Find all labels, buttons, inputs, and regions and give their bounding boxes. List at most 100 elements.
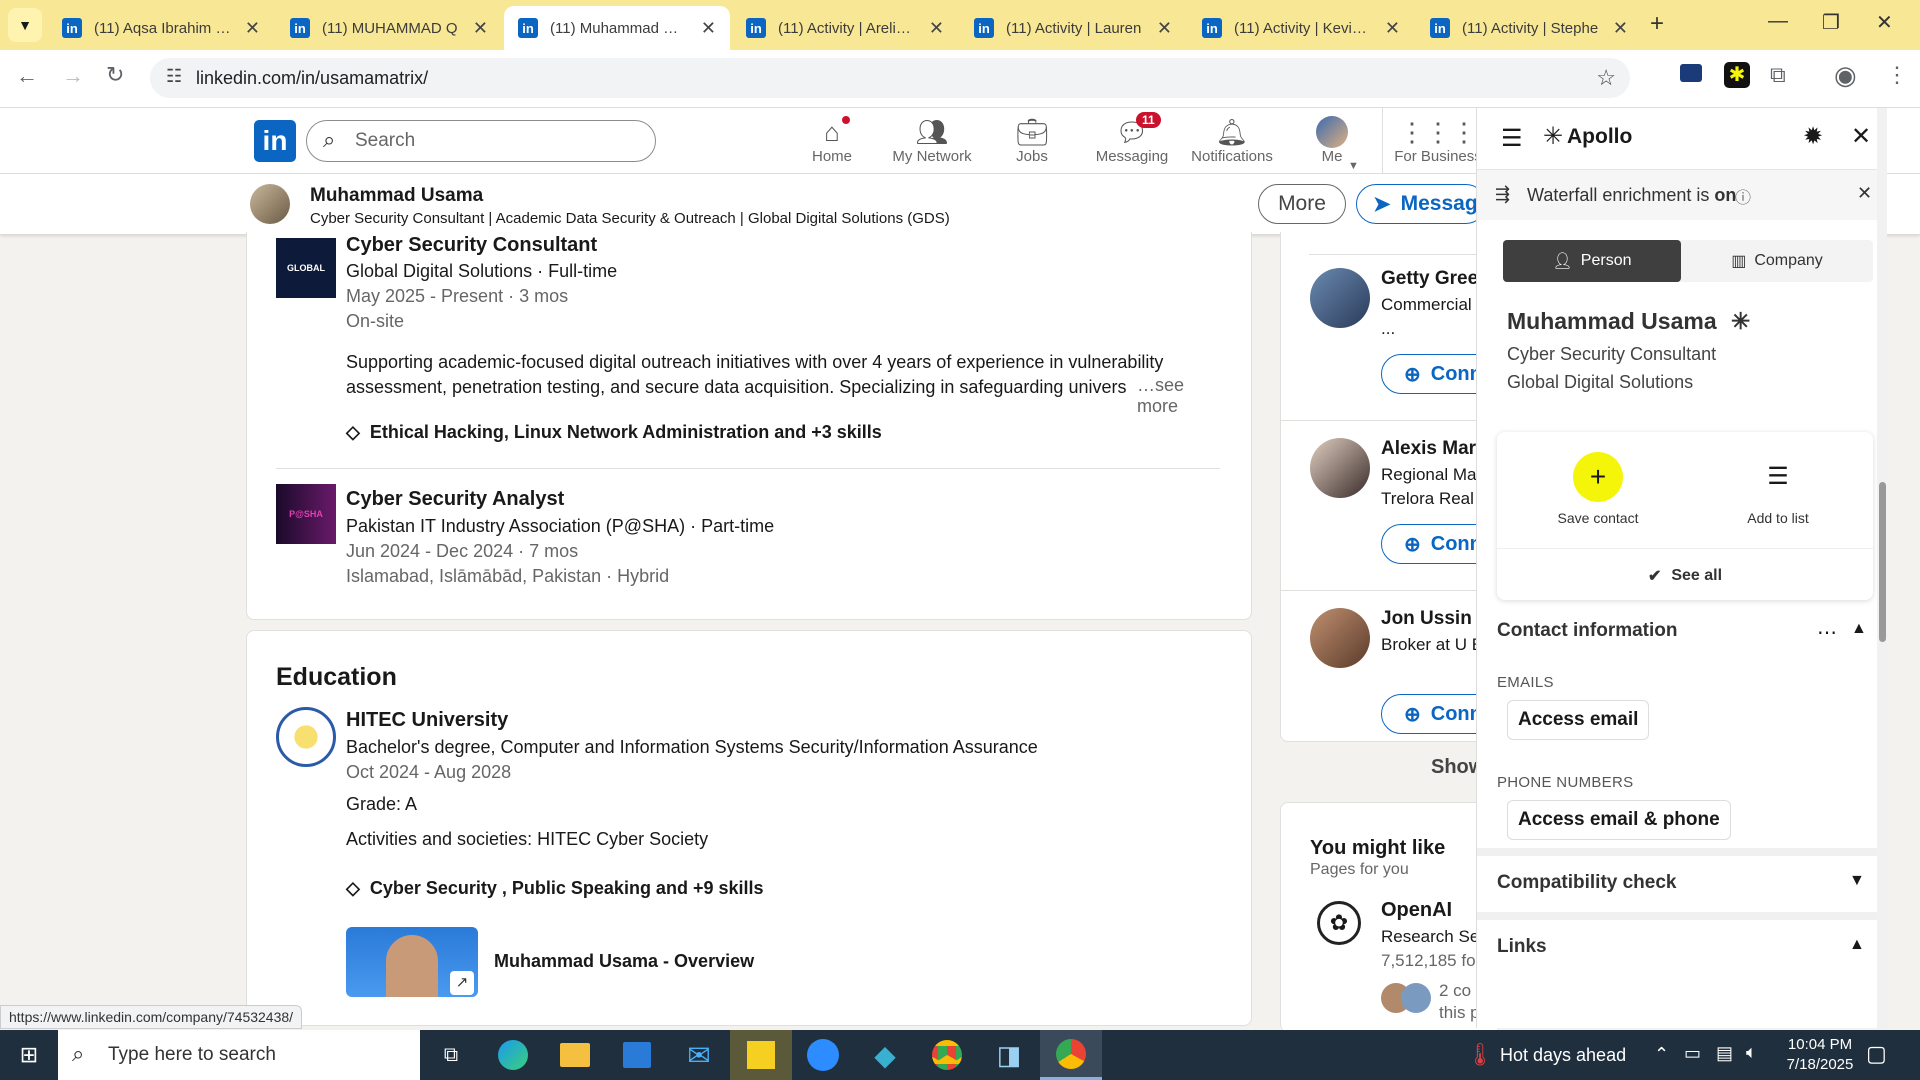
apollo-scrollbar[interactable] bbox=[1877, 108, 1887, 1028]
browser-tab[interactable]: in (11) Activity | Arelis C ✕ bbox=[732, 6, 958, 50]
start-button[interactable]: ⊞ bbox=[0, 1030, 58, 1080]
profile-icon[interactable]: ◉ bbox=[1834, 60, 1857, 91]
sticky-notes-icon[interactable] bbox=[730, 1030, 792, 1080]
see-more-link[interactable]: …see more bbox=[1127, 375, 1227, 417]
chevron-up-icon[interactable]: ▲ bbox=[1851, 620, 1867, 638]
tab-close-icon[interactable]: ✕ bbox=[1385, 18, 1400, 39]
school-logo[interactable] bbox=[276, 707, 336, 767]
profile-avatar[interactable] bbox=[250, 184, 290, 224]
close-window-icon[interactable]: ✕ bbox=[1876, 10, 1893, 35]
app-diamond-icon[interactable]: ◆ bbox=[854, 1030, 916, 1080]
browser-tab[interactable]: in (11) MUHAMMAD Q ✕ bbox=[276, 6, 502, 50]
edge-icon[interactable] bbox=[482, 1030, 544, 1080]
chrome-active-icon[interactable] bbox=[1040, 1030, 1102, 1080]
media-thumbnail[interactable]: ↗ bbox=[346, 927, 478, 997]
links-section[interactable]: Links ▲ bbox=[1477, 920, 1877, 1028]
tab-close-icon[interactable]: ✕ bbox=[1613, 18, 1628, 39]
browser-tab[interactable]: in (11) Activity | Lauren ✕ bbox=[960, 6, 1186, 50]
person-name[interactable]: Jon Ussin bbox=[1381, 608, 1472, 630]
store-icon[interactable] bbox=[606, 1030, 668, 1080]
nav-item-home[interactable]: ⌂ Home bbox=[784, 114, 880, 165]
tab-close-icon[interactable]: ✕ bbox=[701, 18, 716, 39]
site-info-icon[interactable]: ☷ bbox=[166, 66, 182, 87]
experience-title[interactable]: Cyber Security Consultant bbox=[346, 234, 597, 257]
search-box[interactable]: ⌕ Search bbox=[306, 120, 656, 162]
page-name[interactable]: OpenAI bbox=[1381, 899, 1452, 922]
openai-logo[interactable]: ✿ bbox=[1317, 901, 1361, 945]
network-icon[interactable]: ▤ bbox=[1716, 1043, 1733, 1064]
info-icon[interactable]: ⓘ bbox=[1735, 184, 1751, 208]
browser-menu-icon[interactable]: ⋮ bbox=[1886, 62, 1908, 88]
mail-icon[interactable]: ✉ bbox=[668, 1030, 730, 1080]
tab-person[interactable]: 👤︎ Person bbox=[1503, 240, 1681, 282]
notifications-icon[interactable]: ▢ bbox=[1866, 1041, 1887, 1067]
add-to-list-button[interactable]: ☰ Add to list bbox=[1725, 452, 1831, 526]
tray-device-icon[interactable]: ▭ bbox=[1684, 1043, 1701, 1064]
contact-information-header[interactable]: Contact information ⋯ ▲ bbox=[1497, 620, 1873, 650]
bookmark-star-icon[interactable]: ☆ bbox=[1596, 65, 1616, 91]
more-button[interactable]: More bbox=[1258, 184, 1346, 224]
clock[interactable]: 10:04 PM 7/18/2025 bbox=[1780, 1035, 1860, 1075]
nav-item-jobs[interactable]: 💼︎ Jobs bbox=[984, 116, 1080, 166]
school-name[interactable]: HITEC University bbox=[346, 709, 508, 732]
extensions-puzzle-icon[interactable]: ⧉ bbox=[1770, 62, 1786, 88]
tab-close-icon[interactable]: ✕ bbox=[245, 18, 260, 39]
person-name[interactable]: Getty Gree bbox=[1381, 268, 1478, 290]
taskbar-search[interactable]: ⌕ Type here to search bbox=[58, 1030, 420, 1080]
nav-item-notifications[interactable]: 🔔︎ Notifications bbox=[1184, 116, 1280, 166]
chevron-up-icon[interactable]: ▲ bbox=[1849, 936, 1865, 954]
browser-tab[interactable]: in (11) Activity | Kevin H ✕ bbox=[1188, 6, 1414, 50]
linkedin-logo[interactable]: in bbox=[254, 120, 296, 162]
apollo-extension-icon[interactable]: ✱ bbox=[1724, 62, 1750, 88]
volume-icon[interactable]: 🔈︎ bbox=[1746, 1042, 1757, 1063]
company-logo-pasha[interactable]: P@SHA bbox=[276, 484, 336, 544]
nav-item-messaging[interactable]: 💬︎ Messaging 11 bbox=[1084, 112, 1180, 165]
more-options-icon[interactable]: ⋯ bbox=[1817, 620, 1837, 645]
nav-item-my-network[interactable]: 👥︎ My Network bbox=[884, 116, 980, 166]
forward-icon[interactable]: → bbox=[62, 63, 84, 89]
see-all-button[interactable]: ✔ See all bbox=[1497, 556, 1873, 596]
tab-close-icon[interactable]: ✕ bbox=[929, 18, 944, 39]
maximize-window-icon[interactable]: ❐ bbox=[1822, 10, 1840, 35]
address-bar[interactable]: ☷ linkedin.com/in/usamamatrix/ ☆ bbox=[150, 58, 1630, 98]
task-view-icon[interactable]: ⧉ bbox=[420, 1030, 482, 1080]
tray-chevron-up-icon[interactable]: ⌃ bbox=[1654, 1044, 1669, 1065]
person-name[interactable]: Alexis Mar bbox=[1381, 438, 1476, 460]
zoom-icon[interactable] bbox=[792, 1030, 854, 1080]
chevron-down-icon[interactable]: ▼ bbox=[1849, 872, 1865, 890]
app-book-icon[interactable]: ◨ bbox=[978, 1030, 1040, 1080]
tab-search-button[interactable]: ▼ bbox=[8, 8, 42, 42]
chrome-icon[interactable] bbox=[916, 1030, 978, 1080]
experience-title[interactable]: Cyber Security Analyst bbox=[346, 488, 564, 511]
message-button[interactable]: ➤ Message bbox=[1356, 184, 1486, 224]
back-icon[interactable]: ← bbox=[16, 63, 38, 89]
dismiss-banner-icon[interactable]: ✕ bbox=[1857, 183, 1872, 204]
media-title[interactable]: Muhammad Usama - Overview bbox=[494, 951, 754, 972]
save-contact-button[interactable]: + Save contact bbox=[1545, 452, 1651, 526]
experience-skills[interactable]: ◇ Ethical Hacking, Linux Network Adminis… bbox=[346, 422, 882, 443]
extension-wallet-icon[interactable] bbox=[1680, 64, 1702, 82]
access-email-button[interactable]: Access email bbox=[1507, 700, 1650, 740]
scrollbar-thumb[interactable] bbox=[1879, 482, 1886, 642]
person-avatar[interactable] bbox=[1310, 608, 1370, 668]
person-avatar[interactable] bbox=[1310, 438, 1370, 498]
weather-text[interactable]: Hot days ahead bbox=[1500, 1045, 1626, 1066]
person-avatar[interactable] bbox=[1310, 268, 1370, 328]
company-logo-global[interactable]: GLOBAL bbox=[276, 238, 336, 298]
file-explorer-icon[interactable] bbox=[544, 1030, 606, 1080]
browser-tab[interactable]: in (11) Aqsa Ibrahim Ku ✕ bbox=[48, 6, 274, 50]
new-tab-button[interactable]: + bbox=[1650, 10, 1664, 38]
browser-tab[interactable]: in (11) Activity | Stephe ✕ bbox=[1416, 6, 1642, 50]
browser-tab[interactable]: in (11) Muhammad Usa ✕ bbox=[504, 6, 730, 50]
access-email-phone-button[interactable]: Access email & phone bbox=[1507, 800, 1731, 840]
nav-item-for-business[interactable]: ⋮⋮⋮ For Business bbox=[1390, 116, 1486, 166]
bug-report-icon[interactable]: ✹ bbox=[1803, 122, 1823, 151]
compatibility-check-section[interactable]: Compatibility check ▼ bbox=[1477, 856, 1877, 912]
reload-icon[interactable]: ↻ bbox=[106, 62, 124, 88]
nav-item-me[interactable]: Me ▼ bbox=[1284, 116, 1380, 172]
tab-close-icon[interactable]: ✕ bbox=[473, 18, 488, 39]
tab-close-icon[interactable]: ✕ bbox=[1157, 18, 1172, 39]
close-icon[interactable]: ✕ bbox=[1851, 122, 1871, 151]
education-skills[interactable]: ◇ Cyber Security , Public Speaking and +… bbox=[346, 878, 764, 899]
tab-company[interactable]: ▥ Company bbox=[1681, 240, 1873, 282]
